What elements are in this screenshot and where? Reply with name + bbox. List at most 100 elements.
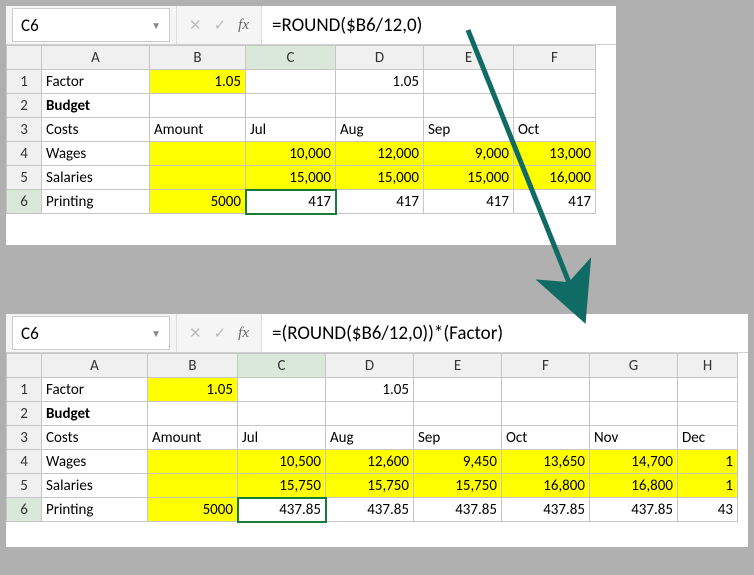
cell[interactable]: 417 bbox=[336, 190, 424, 214]
cell[interactable]: 417 bbox=[514, 190, 596, 214]
cell[interactable]: Aug bbox=[326, 426, 414, 450]
cell[interactable]: 5000 bbox=[150, 190, 246, 214]
cell[interactable]: Oct bbox=[514, 118, 596, 142]
cell[interactable]: Sep bbox=[414, 426, 502, 450]
row-header-6[interactable]: 6 bbox=[7, 498, 42, 522]
cell[interactable]: Salaries bbox=[42, 474, 148, 498]
cell[interactable] bbox=[424, 94, 514, 118]
cell[interactable]: 9,450 bbox=[414, 450, 502, 474]
cell[interactable]: 1.05 bbox=[148, 378, 238, 402]
name-box[interactable]: C6 ▼ bbox=[12, 8, 170, 42]
cell[interactable] bbox=[148, 474, 238, 498]
cell[interactable] bbox=[148, 450, 238, 474]
cell[interactable]: 15,000 bbox=[424, 166, 514, 190]
col-header-G[interactable]: G bbox=[590, 354, 678, 378]
row-header-1[interactable]: 1 bbox=[7, 70, 42, 94]
grid-top[interactable]: ABCDEF1Factor1.051.052Budget3CostsAmount… bbox=[6, 45, 616, 245]
row-header-4[interactable]: 4 bbox=[7, 142, 42, 166]
cell[interactable] bbox=[238, 402, 326, 426]
cell[interactable]: 15,750 bbox=[238, 474, 326, 498]
cell[interactable]: Wages bbox=[42, 142, 150, 166]
accept-icon[interactable]: ✓ bbox=[214, 16, 227, 35]
col-header-E[interactable]: E bbox=[424, 46, 514, 70]
cell[interactable]: Wages bbox=[42, 450, 148, 474]
col-header-C[interactable]: C bbox=[246, 46, 336, 70]
cell[interactable]: Aug bbox=[336, 118, 424, 142]
cell[interactable] bbox=[414, 402, 502, 426]
cell[interactable]: Printing bbox=[42, 498, 148, 522]
name-box[interactable]: C6 ▼ bbox=[12, 316, 170, 350]
cell[interactable]: 10,000 bbox=[246, 142, 336, 166]
cell[interactable] bbox=[502, 402, 590, 426]
cell[interactable]: 1 bbox=[678, 474, 738, 498]
cell[interactable]: 13,650 bbox=[502, 450, 590, 474]
select-all-corner[interactable] bbox=[7, 354, 42, 378]
cell[interactable] bbox=[246, 70, 336, 94]
col-header-B[interactable]: B bbox=[150, 46, 246, 70]
cell[interactable] bbox=[678, 378, 738, 402]
formula-input[interactable]: =ROUND($B6/12,0) bbox=[262, 6, 616, 44]
cell[interactable] bbox=[326, 402, 414, 426]
cell[interactable]: Printing bbox=[42, 190, 150, 214]
cell[interactable]: 15,750 bbox=[326, 474, 414, 498]
cell[interactable]: Dec bbox=[678, 426, 738, 450]
cell[interactable]: Salaries bbox=[42, 166, 150, 190]
cell[interactable] bbox=[678, 402, 738, 426]
col-header-H[interactable]: H bbox=[678, 354, 738, 378]
row-header-4[interactable]: 4 bbox=[7, 450, 42, 474]
row-header-2[interactable]: 2 bbox=[7, 94, 42, 118]
cell[interactable]: 417 bbox=[424, 190, 514, 214]
cell[interactable] bbox=[150, 166, 246, 190]
cell[interactable]: 15,000 bbox=[246, 166, 336, 190]
cell[interactable]: 1.05 bbox=[336, 70, 424, 94]
cell[interactable] bbox=[502, 378, 590, 402]
col-header-A[interactable]: A bbox=[42, 46, 150, 70]
cell[interactable]: Sep bbox=[424, 118, 514, 142]
cell[interactable] bbox=[414, 378, 502, 402]
formula-input[interactable]: =(ROUND($B6/12,0))*(Factor) bbox=[262, 314, 748, 352]
cell[interactable]: Factor bbox=[42, 378, 148, 402]
cell[interactable]: 437.85 bbox=[238, 498, 326, 522]
cell[interactable]: 5000 bbox=[148, 498, 238, 522]
cell[interactable]: 437.85 bbox=[414, 498, 502, 522]
cell[interactable]: 16,000 bbox=[514, 166, 596, 190]
cell[interactable] bbox=[514, 94, 596, 118]
col-header-F[interactable]: F bbox=[502, 354, 590, 378]
cell[interactable]: Factor bbox=[42, 70, 150, 94]
grid-bottom[interactable]: ABCDEFGH1Factor1.051.052Budget3CostsAmou… bbox=[6, 353, 748, 547]
cell[interactable]: Amount bbox=[148, 426, 238, 450]
col-header-E[interactable]: E bbox=[414, 354, 502, 378]
accept-icon[interactable]: ✓ bbox=[214, 324, 227, 343]
cell[interactable]: Budget bbox=[42, 402, 148, 426]
cell[interactable]: Costs bbox=[42, 426, 148, 450]
cell[interactable]: 16,800 bbox=[502, 474, 590, 498]
cell[interactable]: 16,800 bbox=[590, 474, 678, 498]
cell[interactable]: 1.05 bbox=[150, 70, 246, 94]
cell[interactable]: Costs bbox=[42, 118, 150, 142]
cancel-icon[interactable]: ✕ bbox=[189, 16, 202, 35]
cell[interactable]: 15,750 bbox=[414, 474, 502, 498]
cell[interactable] bbox=[590, 402, 678, 426]
cell[interactable] bbox=[150, 142, 246, 166]
cell[interactable]: 9,000 bbox=[424, 142, 514, 166]
cell[interactable] bbox=[246, 94, 336, 118]
cell[interactable]: Jul bbox=[246, 118, 336, 142]
col-header-D[interactable]: D bbox=[336, 46, 424, 70]
fx-icon[interactable]: fx bbox=[238, 17, 249, 34]
col-header-C[interactable]: C bbox=[238, 354, 326, 378]
chevron-down-icon[interactable]: ▼ bbox=[151, 19, 161, 32]
chevron-down-icon[interactable]: ▼ bbox=[151, 327, 161, 340]
cell[interactable]: 10,500 bbox=[238, 450, 326, 474]
row-header-6[interactable]: 6 bbox=[7, 190, 42, 214]
row-header-1[interactable]: 1 bbox=[7, 378, 42, 402]
cell[interactable]: 12,000 bbox=[336, 142, 424, 166]
col-header-B[interactable]: B bbox=[148, 354, 238, 378]
cell[interactable]: Nov bbox=[590, 426, 678, 450]
cell[interactable]: 437.85 bbox=[590, 498, 678, 522]
cell[interactable]: 437.85 bbox=[502, 498, 590, 522]
cell[interactable] bbox=[424, 70, 514, 94]
row-header-3[interactable]: 3 bbox=[7, 426, 42, 450]
cell[interactable] bbox=[590, 378, 678, 402]
row-header-2[interactable]: 2 bbox=[7, 402, 42, 426]
row-header-3[interactable]: 3 bbox=[7, 118, 42, 142]
